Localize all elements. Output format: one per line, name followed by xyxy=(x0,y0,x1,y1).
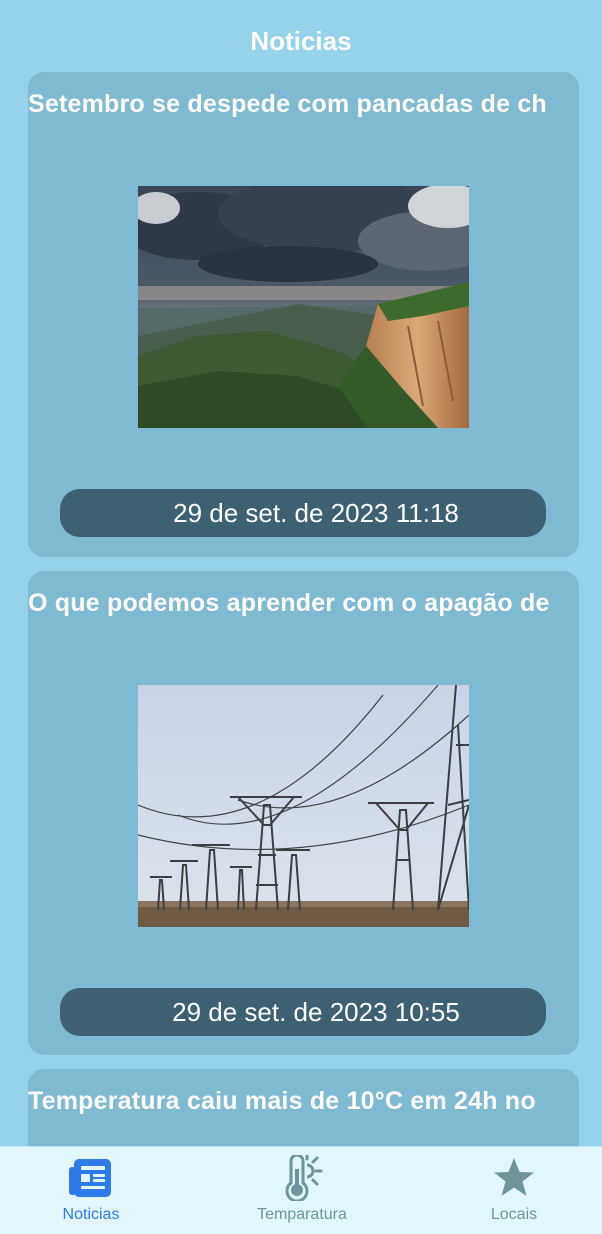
news-date: 29 de set. de 2023 10:55 xyxy=(60,988,546,1036)
news-image-towers xyxy=(138,685,469,927)
page-title: Noticias xyxy=(250,25,352,56)
news-date-text: 29 de set. de 2023 11:18 xyxy=(173,497,459,528)
tab-noticias[interactable]: Noticias xyxy=(0,1147,191,1234)
news-feed[interactable]: Setembro se despede com pancadas de ch 2… xyxy=(0,72,602,1146)
app-header: Noticias xyxy=(0,0,602,72)
news-card[interactable]: Temperatura caiu mais de 10°C em 24h no xyxy=(28,1069,579,1146)
tab-label: Locais xyxy=(490,1206,538,1223)
star-icon xyxy=(492,1155,536,1201)
news-title: Setembro se despede com pancadas de ch xyxy=(28,90,547,118)
tab-locais[interactable]: Locais xyxy=(414,1147,602,1234)
newspaper-icon xyxy=(69,1155,113,1201)
tab-bar: Noticias Temparatura Locais xyxy=(0,1146,602,1234)
thermometer-sun-icon xyxy=(280,1155,324,1201)
news-image-storm xyxy=(138,186,469,428)
news-card[interactable]: O que podemos aprender com o apagão de 2… xyxy=(28,571,579,1055)
news-title: Temperatura caiu mais de 10°C em 24h no xyxy=(28,1087,536,1115)
news-card[interactable]: Setembro se despede com pancadas de ch 2… xyxy=(28,72,579,557)
news-date-text: 29 de set. de 2023 10:55 xyxy=(172,996,460,1027)
tab-label: Temparatura xyxy=(257,1206,347,1223)
news-title: O que podemos aprender com o apagão de xyxy=(28,589,550,617)
tab-temparatura[interactable]: Temparatura xyxy=(202,1147,402,1234)
tab-label: Noticias xyxy=(62,1206,120,1223)
news-date: 29 de set. de 2023 11:18 xyxy=(60,489,546,537)
